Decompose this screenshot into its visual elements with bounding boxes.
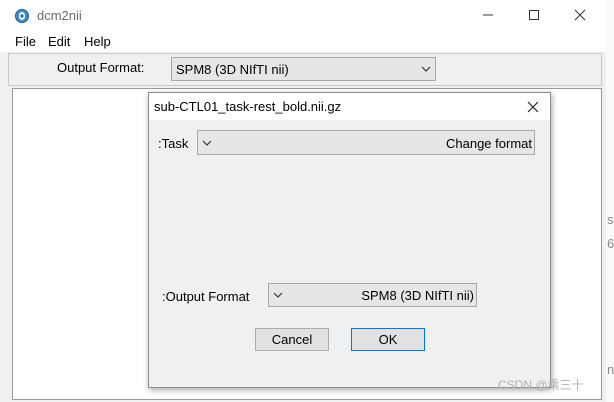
output-format-select[interactable]: SPM8 (3D NIfTI nii) bbox=[268, 283, 477, 307]
menu-edit[interactable]: Edit bbox=[48, 34, 70, 49]
close-button[interactable] bbox=[557, 0, 603, 30]
chevron-down-icon bbox=[202, 140, 212, 146]
background-text-fragment: s bbox=[607, 212, 614, 227]
dialog-close-button[interactable] bbox=[525, 99, 541, 115]
output-format-value: SPM8 (3D NIfTI nii) bbox=[361, 288, 474, 303]
dialog-title: sub-CTL01_task-rest_bold.nii.gz bbox=[154, 99, 342, 114]
task-select[interactable]: Change format bbox=[197, 130, 535, 155]
format-dialog: sub-CTL01_task-rest_bold.nii.gz :Task Ch… bbox=[148, 92, 551, 388]
background-text-fragment: n bbox=[607, 362, 614, 377]
cancel-button[interactable]: Cancel bbox=[255, 328, 329, 351]
task-label: :Task bbox=[158, 136, 189, 151]
output-format-value: SPM8 (3D NIfTI nii) bbox=[176, 62, 289, 77]
background-window-edge bbox=[606, 0, 614, 402]
background-text-fragment: 6 bbox=[607, 236, 614, 251]
chevron-down-icon bbox=[273, 292, 283, 298]
output-format-select[interactable]: SPM8 (3D NIfTI nii) bbox=[171, 57, 436, 81]
menu-bar: File Edit Help bbox=[0, 30, 606, 52]
maximize-button[interactable] bbox=[511, 0, 557, 30]
output-format-label: :Output Format bbox=[162, 289, 250, 304]
task-value: Change format bbox=[446, 136, 532, 151]
menu-file[interactable]: File bbox=[15, 34, 36, 49]
dialog-title-bar: sub-CTL01_task-rest_bold.nii.gz bbox=[149, 93, 550, 120]
window-title: dcm2nii bbox=[37, 8, 82, 23]
output-format-label: Output Format: bbox=[57, 60, 145, 75]
watermark: CSDN @乘三十 bbox=[498, 378, 584, 392]
close-icon bbox=[574, 9, 586, 21]
menu-help[interactable]: Help bbox=[84, 34, 111, 49]
app-icon bbox=[14, 8, 30, 24]
chevron-down-icon bbox=[421, 66, 431, 72]
ok-button[interactable]: OK bbox=[351, 328, 425, 351]
close-icon bbox=[527, 101, 539, 113]
title-bar: dcm2nii bbox=[0, 0, 606, 30]
minimize-icon bbox=[483, 14, 493, 16]
minimize-button[interactable] bbox=[465, 0, 511, 30]
output-format-toolbar: Output Format: SPM8 (3D NIfTI nii) bbox=[8, 53, 602, 86]
maximize-icon bbox=[529, 10, 539, 20]
